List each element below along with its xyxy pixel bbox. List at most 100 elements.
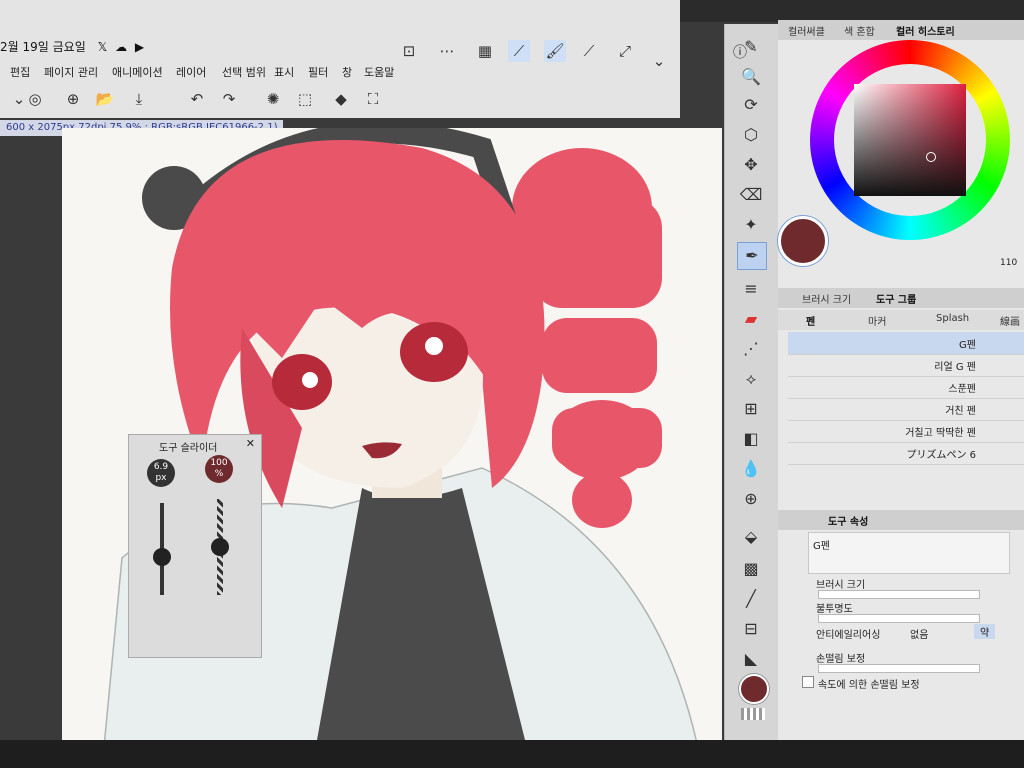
- tool-property-tab-row: 도구 속성: [778, 510, 1024, 530]
- menu-page[interactable]: 페이지 관리: [44, 64, 98, 80]
- brush-list: G펜 리얼 G 펜 스푼펜 거친 펜 거칠고 딱딱한 펜 プリズムペン 6: [778, 332, 1024, 482]
- tool-slider-title: 도구 슬라이더: [159, 443, 218, 454]
- brush-row-g-pen[interactable]: G펜: [788, 332, 1024, 355]
- frame-icon[interactable]: ⊟: [737, 616, 765, 642]
- resize-icon[interactable]: ⤢: [614, 40, 636, 62]
- opacity-unit: %: [214, 469, 224, 479]
- tab-lineart[interactable]: 線画: [1000, 313, 1020, 328]
- open-folder-icon[interactable]: 📂: [94, 88, 116, 110]
- selection-icon[interactable]: ⊡: [398, 40, 420, 62]
- hair-drill-tip: [572, 472, 632, 528]
- size-unit: px: [155, 473, 167, 483]
- grid-icon[interactable]: ⋯: [436, 40, 458, 62]
- close-icon[interactable]: ✕: [246, 437, 255, 450]
- opacity-label: 불투명도: [816, 604, 853, 615]
- color-picker-cursor[interactable]: [926, 152, 936, 162]
- app-logo-icon[interactable]: ◎: [24, 88, 46, 110]
- pen-pressure-icon[interactable]: ⟋: [508, 40, 530, 62]
- menu-help[interactable]: 도움말: [364, 64, 394, 80]
- eraser-select-icon[interactable]: ⌫: [737, 182, 765, 208]
- brush-row-prism-pen[interactable]: プリズムペン 6: [788, 442, 1024, 465]
- size-value: 6.9: [153, 462, 169, 472]
- ruler-icon[interactable]: ▦: [474, 40, 496, 62]
- color-tab-row: 컬러써클 색 혼합 컬러 히스토리: [778, 20, 1024, 40]
- opacity-slider-knob[interactable]: [211, 538, 229, 556]
- zoom-tool-icon[interactable]: 🔍: [737, 64, 765, 90]
- brush-row-rough-pen[interactable]: 거친 펜: [788, 398, 1024, 421]
- size-badge: 6.9 px: [147, 459, 175, 487]
- menu-selection[interactable]: 선택 범위: [222, 64, 266, 80]
- brush-row-spoon-pen[interactable]: 스푼펜: [788, 376, 1024, 399]
- pattern-icon[interactable]: ⊞: [737, 396, 765, 422]
- eraser-icon[interactable]: ◧: [737, 426, 765, 452]
- airbrush-icon[interactable]: ⋰: [737, 336, 765, 362]
- save-icon[interactable]: ⤓: [128, 88, 150, 110]
- figure-icon[interactable]: ⊕: [737, 486, 765, 512]
- speed-stabilization-checkbox[interactable]: [802, 676, 814, 688]
- color-value-readout: 110: [1000, 258, 1018, 268]
- gradient-icon[interactable]: ▩: [737, 556, 765, 582]
- chevron-down-icon[interactable]: ⌄: [648, 50, 670, 72]
- saturation-square[interactable]: [854, 84, 966, 196]
- brush-row-real-g-pen[interactable]: 리얼 G 펜: [788, 354, 1024, 377]
- marker-tool-icon[interactable]: ▰: [737, 306, 765, 332]
- tab-color-circle[interactable]: 컬러써클: [788, 23, 825, 38]
- brush-row-rough-hard-pen[interactable]: 거칠고 딱딱한 펜: [788, 420, 1024, 443]
- tab-brush-size[interactable]: 브러시 크기: [802, 291, 851, 306]
- tab-tool-group[interactable]: 도구 그룹: [876, 291, 916, 306]
- brush-name: 거칠고 딱딱한 펜: [905, 428, 976, 439]
- tool-property-title[interactable]: 도구 속성: [828, 513, 868, 528]
- opacity-bar[interactable]: [818, 614, 980, 623]
- tool-column: ⓘ ✎ 🔍 ⟳ ⬡ ✥ ⌫ ✦ ✒ ≡ ▰ ⋰ ⟡ ⊞ ◧ 💧 ⊕ ⬙ ▩ ╱ …: [724, 24, 779, 744]
- tab-pen[interactable]: 펜: [806, 313, 815, 328]
- antialias-weak[interactable]: 약: [974, 624, 996, 639]
- menu-filter[interactable]: 필터: [308, 64, 328, 80]
- rotate-tool-icon[interactable]: ⟳: [737, 92, 765, 118]
- stabilization-bar[interactable]: [818, 664, 980, 673]
- loading-icon[interactable]: ✺: [262, 88, 284, 110]
- pen-tool-icon[interactable]: ✎: [737, 34, 765, 60]
- object-tool-icon[interactable]: ⬡: [737, 122, 765, 148]
- menu-edit[interactable]: 편집: [10, 64, 30, 80]
- right-eye-highlight: [425, 337, 443, 355]
- clear-icon[interactable]: ⬚: [294, 88, 316, 110]
- undo-icon[interactable]: ↶: [186, 88, 208, 110]
- menu-animation[interactable]: 애니메이션: [112, 64, 163, 80]
- fill-icon[interactable]: ◆: [330, 88, 352, 110]
- move-tool-icon[interactable]: ✥: [737, 152, 765, 178]
- tab-marker[interactable]: 마커: [868, 313, 886, 328]
- transform-icon[interactable]: ⛶: [362, 88, 384, 110]
- transparent-swatch[interactable]: [741, 708, 765, 720]
- brush-size-bar[interactable]: [818, 590, 980, 599]
- brush-name: 스푼펜: [948, 384, 976, 395]
- blend-icon[interactable]: 💧: [737, 456, 765, 482]
- fill-bucket-icon[interactable]: ⬙: [737, 524, 765, 550]
- new-file-icon[interactable]: ⊕: [62, 88, 84, 110]
- status-date: 2월 19일 금요일 𝕏 ☁ ▶: [0, 38, 144, 55]
- pen-active-icon[interactable]: ✒: [737, 242, 767, 270]
- hair-drill-1: [532, 198, 662, 308]
- date-text: 2월 19일 금요일: [0, 40, 86, 54]
- text-icon[interactable]: ◣: [737, 646, 765, 672]
- menu-layer[interactable]: 레이어: [176, 64, 206, 80]
- tab-color-history[interactable]: 컬러 히스토리: [896, 23, 955, 38]
- magic-wand-icon[interactable]: ✦: [737, 212, 765, 238]
- antialias-none[interactable]: 없음: [910, 626, 928, 641]
- opacity-badge: 100 %: [205, 455, 233, 483]
- main-color-swatch[interactable]: [739, 674, 769, 704]
- tab-color-mix[interactable]: 색 혼합: [844, 23, 875, 38]
- menu-view[interactable]: 표시: [274, 64, 294, 80]
- stroke-icon[interactable]: ⟋: [578, 40, 600, 62]
- menu-window[interactable]: 창: [342, 64, 352, 80]
- top-toolbar: 2월 19일 금요일 𝕏 ☁ ▶ 편집 페이지 관리 애니메이션 레이어 선택 …: [0, 0, 680, 118]
- tool-slider-panel[interactable]: 도구 슬라이더 ✕ 6.9 px 100 %: [128, 434, 262, 658]
- main-color-preview[interactable]: [778, 216, 828, 266]
- menu-lines-icon[interactable]: ≡: [737, 276, 765, 302]
- eyedropper-icon[interactable]: ⟡: [737, 366, 765, 392]
- redo-icon[interactable]: ↷: [218, 88, 240, 110]
- tab-splash[interactable]: Splash: [936, 313, 969, 324]
- size-slider-knob[interactable]: [153, 547, 171, 566]
- line-icon[interactable]: ╱: [737, 586, 765, 612]
- brush-preview: G펜: [808, 532, 1010, 574]
- brush-icon[interactable]: 🖌: [544, 40, 566, 62]
